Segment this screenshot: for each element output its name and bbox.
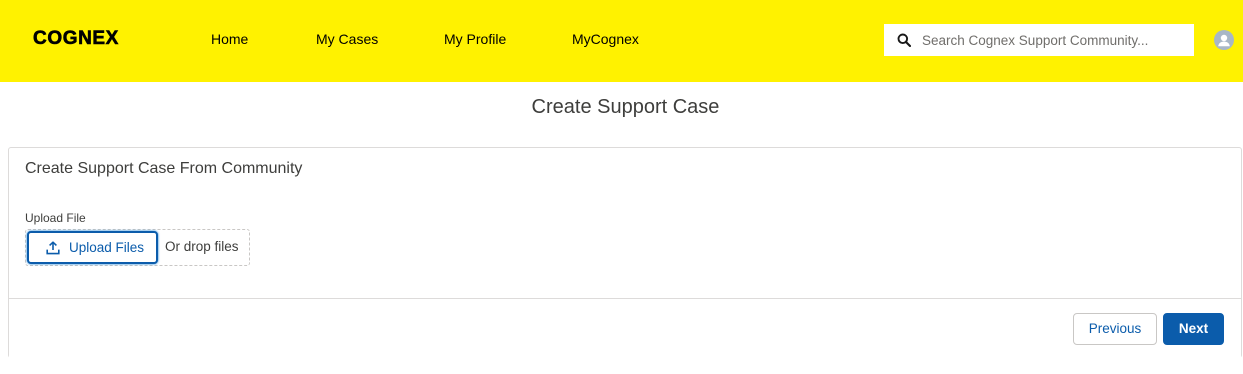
- nav-mycognex[interactable]: MyCognex: [572, 31, 639, 47]
- next-button[interactable]: Next: [1163, 313, 1224, 345]
- upload-file-label: Upload File: [25, 211, 86, 225]
- card-footer: Previous Next: [9, 298, 1241, 358]
- upload-icon: [46, 241, 60, 255]
- upload-files-button[interactable]: Upload Files: [27, 231, 158, 264]
- upload-files-label: Upload Files: [69, 240, 145, 255]
- card-title: Create Support Case From Community: [25, 160, 303, 177]
- user-avatar-icon[interactable]: [1214, 30, 1234, 50]
- top-header: COGNEX Home My Cases My Profile MyCognex: [0, 0, 1243, 82]
- nav-home[interactable]: Home: [211, 31, 248, 47]
- user-silhouette-icon: [1218, 34, 1230, 47]
- nav-my-profile[interactable]: My Profile: [444, 31, 506, 47]
- nav-my-cases[interactable]: My Cases: [316, 31, 378, 47]
- cognex-logo[interactable]: COGNEX: [33, 28, 119, 50]
- support-case-card: Create Support Case From Community Uploa…: [8, 147, 1242, 358]
- search-box[interactable]: [884, 24, 1194, 56]
- previous-button[interactable]: Previous: [1073, 313, 1157, 345]
- search-icon: [897, 33, 911, 47]
- drop-files-text: Or drop files: [165, 239, 239, 254]
- search-input[interactable]: [920, 24, 1190, 56]
- page-title: Create Support Case: [531, 96, 720, 118]
- file-dropzone[interactable]: Upload Files Or drop files: [25, 229, 250, 266]
